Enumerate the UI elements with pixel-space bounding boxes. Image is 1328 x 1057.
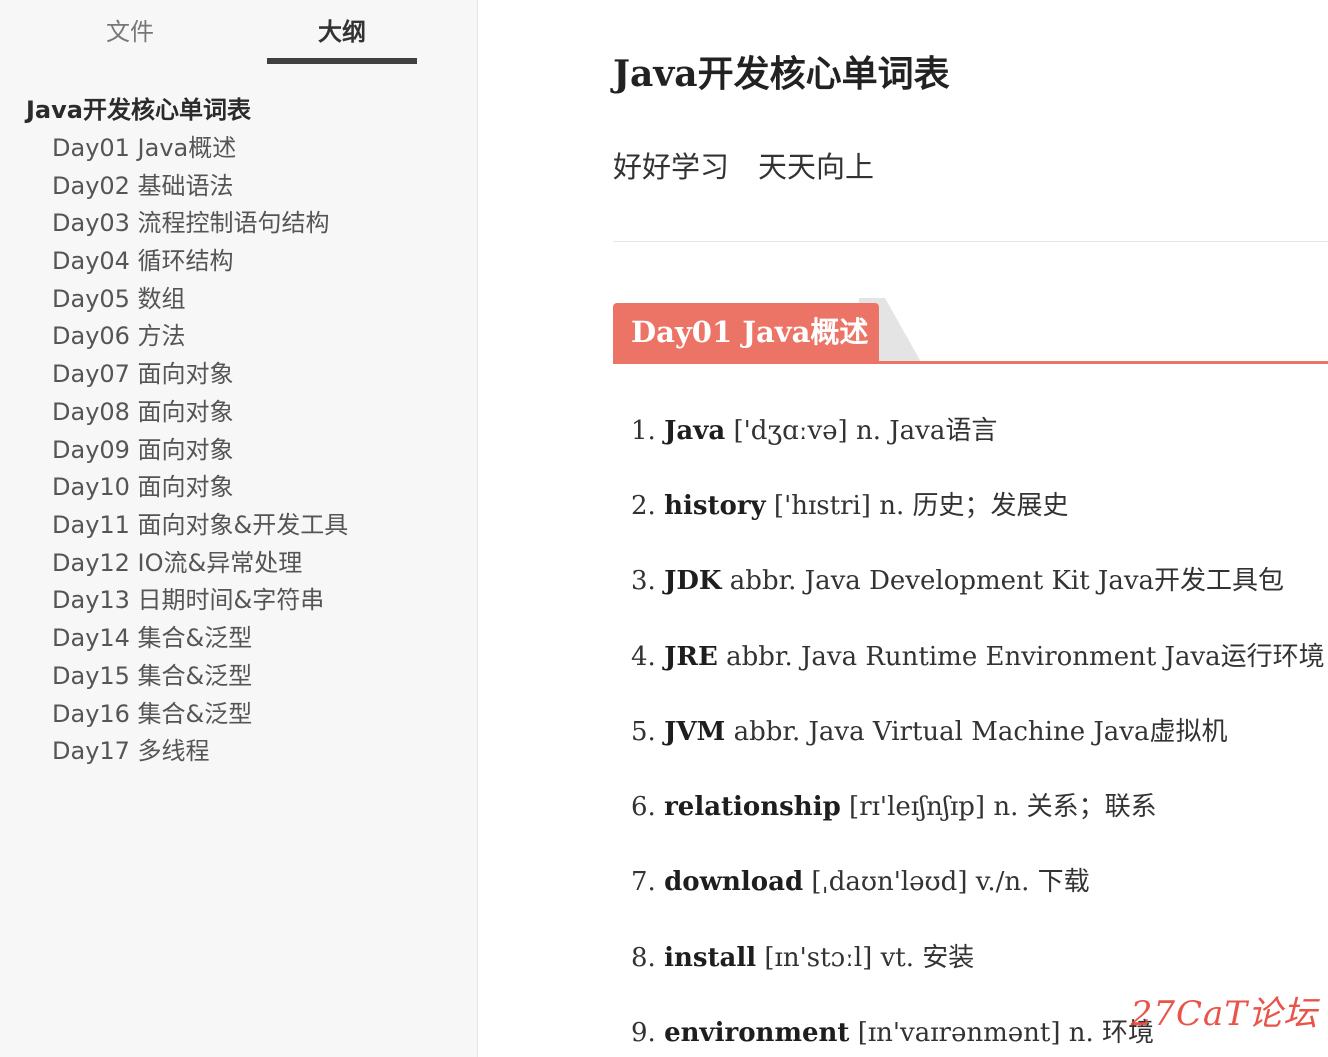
vocab-number: 4. (631, 642, 656, 672)
section-heading: Day01 Java概述 (613, 303, 879, 361)
vocab-item: 3. JDK abbr. Java Development Kit Java开发… (631, 561, 1284, 601)
vocab-definition: abbr. Java Runtime Environment Java运行环境 (726, 642, 1325, 672)
outline-item-day04[interactable]: Day04 循环结构 (52, 243, 234, 279)
document-view: Java开发核心单词表 好好学习 天天向上 Day01 Java概述 1. Ja… (479, 0, 1328, 1057)
outline-item-day09[interactable]: Day09 面向对象 (52, 432, 234, 468)
vocab-term: history (664, 491, 766, 521)
vocab-number: 1. (631, 416, 656, 446)
section-underline (613, 361, 1328, 364)
outline-item-day16[interactable]: Day16 集合&泛型 (52, 696, 252, 732)
vocab-number: 6. (631, 792, 656, 822)
vocab-definition: [rɪ'leɪʃnʃɪp] n. 关系；联系 (849, 792, 1157, 822)
vocab-number: 3. (631, 566, 656, 596)
outline-item-day08[interactable]: Day08 面向对象 (52, 394, 234, 430)
forum-watermark: 27CaT论坛 (1130, 994, 1318, 1034)
section-heading-block: Day01 Java概述 (613, 298, 1328, 368)
vocab-item: 4. JRE abbr. Java Runtime Environment Ja… (631, 637, 1325, 677)
vocab-item: 8. install [ɪn'stɔːl] vt. 安装 (631, 938, 974, 978)
heading-tab-shadow-slant (885, 298, 921, 362)
vocab-definition: abbr. Java Virtual Machine Java虚拟机 (733, 717, 1228, 747)
document-subtitle: 好好学习 天天向上 (613, 150, 875, 184)
tab-files[interactable]: 文件 (60, 14, 200, 54)
vocab-number: 5. (631, 717, 656, 747)
tab-outline[interactable]: 大纲 (268, 14, 416, 54)
outline-root-item[interactable]: Java开发核心单词表 (26, 92, 251, 128)
vocab-term: relationship (664, 792, 841, 822)
vocab-term: download (664, 867, 804, 897)
outline-item-day17[interactable]: Day17 多线程 (52, 733, 210, 769)
vocab-definition: [ɪn'stɔːl] vt. 安装 (764, 943, 975, 973)
vocab-term: Java (664, 416, 726, 446)
outline-item-day15[interactable]: Day15 集合&泛型 (52, 658, 252, 694)
outline-item-day01[interactable]: Day01 Java概述 (52, 130, 236, 166)
vocab-item: 7. download [ˌdaʊn'ləʊd] v./n. 下载 (631, 862, 1090, 902)
outline-item-day06[interactable]: Day06 方法 (52, 318, 186, 354)
vocab-definition: [ˌdaʊn'ləʊd] v./n. 下载 (811, 867, 1090, 897)
vocab-item: 6. relationship [rɪ'leɪʃnʃɪp] n. 关系；联系 (631, 787, 1157, 827)
outline-item-day02[interactable]: Day02 基础语法 (52, 168, 234, 204)
vocab-definition: [ɪn'vaɪrənmənt] n. 环境 (857, 1018, 1155, 1048)
vocab-number: 8. (631, 943, 656, 973)
outline-item-day12[interactable]: Day12 IO流&异常处理 (52, 545, 302, 581)
outline-item-day07[interactable]: Day07 面向对象 (52, 356, 234, 392)
vocab-term: JDK (664, 566, 722, 596)
vocab-definition: ['dʒɑːvə] n. Java语言 (733, 416, 998, 446)
outline-item-day05[interactable]: Day05 数组 (52, 281, 186, 317)
document-title: Java开发核心单词表 (613, 53, 950, 95)
horizontal-divider (613, 241, 1328, 242)
vocab-item: 5. JVM abbr. Java Virtual Machine Java虚拟… (631, 712, 1227, 752)
vocab-definition: abbr. Java Development Kit Java开发工具包 (729, 566, 1285, 596)
active-tab-indicator (267, 58, 417, 64)
outline-item-day10[interactable]: Day10 面向对象 (52, 469, 234, 505)
outline-item-day13[interactable]: Day13 日期时间&字符串 (52, 582, 324, 618)
outline-item-day14[interactable]: Day14 集合&泛型 (52, 620, 252, 656)
vocab-item: 2. history ['hɪstri] n. 历史；发展史 (631, 486, 1069, 526)
vocab-number: 2. (631, 491, 656, 521)
vocab-definition: ['hɪstri] n. 历史；发展史 (773, 491, 1069, 521)
vocab-term: JRE (664, 642, 718, 672)
vocab-term: JVM (664, 717, 726, 747)
vocab-number: 9. (631, 1018, 656, 1048)
vocab-term: install (664, 943, 757, 973)
outline-item-day11[interactable]: Day11 面向对象&开发工具 (52, 507, 348, 543)
vocab-term: environment (664, 1018, 850, 1048)
vocab-item: 9. environment [ɪn'vaɪrənmənt] n. 环境 (631, 1013, 1154, 1053)
vocab-number: 7. (631, 867, 656, 897)
vocab-item: 1. Java ['dʒɑːvə] n. Java语言 (631, 411, 997, 451)
outline-item-day03[interactable]: Day03 流程控制语句结构 (52, 205, 330, 241)
sidebar: 文件 大纲 Java开发核心单词表 Day01 Java概述 Day02 基础语… (0, 0, 478, 1057)
